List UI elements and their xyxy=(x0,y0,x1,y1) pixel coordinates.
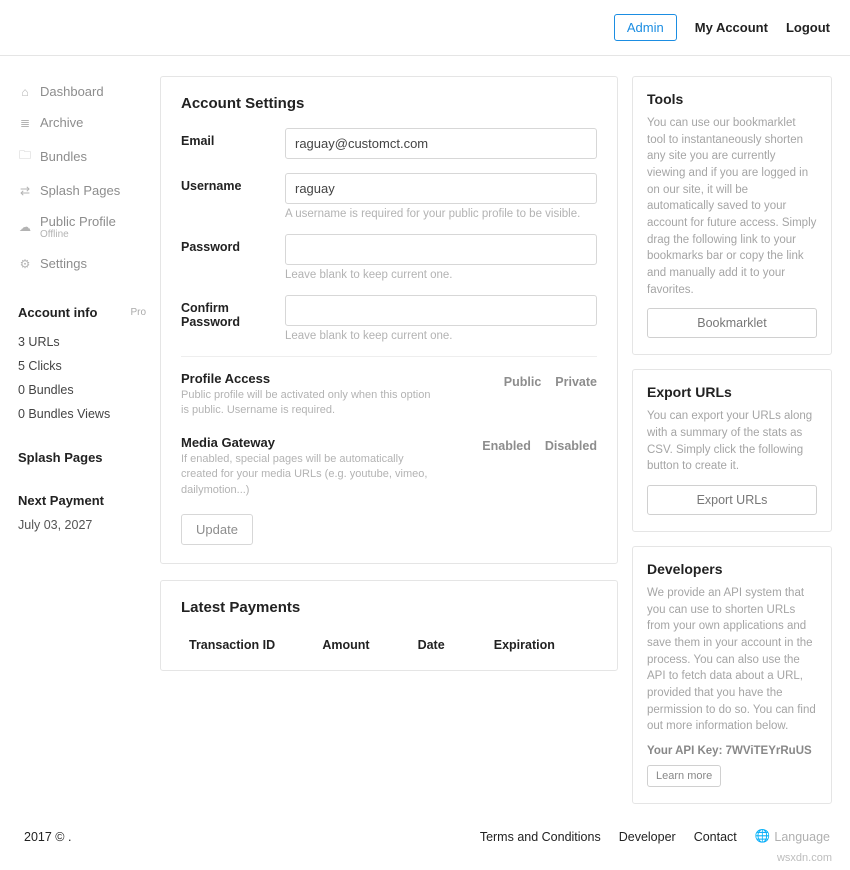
update-button[interactable]: Update xyxy=(181,514,253,545)
footer-developer[interactable]: Developer xyxy=(619,830,676,844)
sidebar-item-archive[interactable]: ≣ Archive xyxy=(18,107,146,138)
gear-icon: ⚙ xyxy=(18,257,32,271)
password-hint: Leave blank to keep current one. xyxy=(285,269,597,281)
media-gateway-title: Media Gateway xyxy=(181,435,468,450)
confirm-password-input[interactable] xyxy=(285,295,597,326)
main-column: Account Settings Email Username A userna… xyxy=(160,76,618,804)
email-label: Email xyxy=(181,128,285,148)
top-nav: Admin My Account Logout xyxy=(0,0,850,56)
next-payment-heading: Next Payment xyxy=(18,493,146,508)
email-row: Email xyxy=(181,128,597,159)
home-icon: ⌂ xyxy=(18,85,32,99)
sidebar-item-settings[interactable]: ⚙ Settings xyxy=(18,248,146,279)
cloud-icon: ☁ xyxy=(18,220,32,234)
sidebar: ⌂ Dashboard ≣ Archive 🗀 Bundles ⇄ Splash Pag… xyxy=(18,76,146,804)
sidebar-nav: ⌂ Dashboard ≣ Archive 🗀 Bundles ⇄ Splash Pag… xyxy=(18,76,146,279)
latest-payments-panel: Latest Payments Transaction ID Amount Da… xyxy=(160,580,618,671)
nav-label: Dashboard xyxy=(40,84,104,99)
username-input[interactable] xyxy=(285,173,597,204)
password-row: Password Leave blank to keep current one… xyxy=(181,234,597,281)
right-column: Tools You can use our bookmarklet tool t… xyxy=(632,76,832,804)
sidebar-item-splash[interactable]: ⇄ Splash Pages xyxy=(18,175,146,206)
api-key-line: Your API Key: 7WViTEYrRuUS xyxy=(647,745,817,757)
username-row: Username A username is required for your… xyxy=(181,173,597,220)
profile-access-desc: Public profile will be activated only wh… xyxy=(181,388,441,419)
tools-desc: You can use our bookmarklet tool to inst… xyxy=(647,115,817,298)
divider xyxy=(181,356,597,357)
developers-title: Developers xyxy=(647,561,817,577)
account-settings-panel: Account Settings Email Username A userna… xyxy=(160,76,618,564)
logout-link[interactable]: Logout xyxy=(786,20,830,35)
arrows-icon: ⇄ xyxy=(18,184,32,198)
my-account-link[interactable]: My Account xyxy=(695,20,768,35)
confirm-password-hint: Leave blank to keep current one. xyxy=(285,330,597,342)
footer-links: Terms and Conditions Developer Contact 🌐… xyxy=(480,829,830,844)
nav-sublabel: Offline xyxy=(40,229,116,240)
confirm-password-row: Confirm Password Leave blank to keep cur… xyxy=(181,295,597,342)
password-input[interactable] xyxy=(285,234,597,265)
language-selector[interactable]: 🌐Language xyxy=(755,829,830,844)
payments-header-row: Transaction ID Amount Date Expiration xyxy=(181,632,597,652)
tools-title: Tools xyxy=(647,91,817,107)
export-desc: You can export your URLs along with a su… xyxy=(647,408,817,475)
account-info-heading: Account infoPro xyxy=(18,305,146,320)
globe-icon: 🌐 xyxy=(755,829,771,844)
next-payment-date: July 03, 2027 xyxy=(18,518,146,532)
username-hint: A username is required for your public p… xyxy=(285,208,597,220)
profile-access-title: Profile Access xyxy=(181,371,490,386)
watermark: wsxdn.com xyxy=(0,850,850,870)
nav-label: Archive xyxy=(40,115,83,130)
folder-icon: 🗀 xyxy=(18,146,32,167)
username-label: Username xyxy=(181,173,285,193)
nav-label: Splash Pages xyxy=(40,183,120,198)
footer: 2017 © . Terms and Conditions Developer … xyxy=(0,814,850,850)
pro-badge: Pro xyxy=(130,307,146,318)
email-input[interactable] xyxy=(285,128,597,159)
stat-bundle-views[interactable]: 0 Bundles Views xyxy=(18,402,146,426)
profile-access-public[interactable]: Public xyxy=(504,375,542,389)
list-icon: ≣ xyxy=(18,116,32,130)
nav-label: Public Profile xyxy=(40,214,116,229)
sidebar-item-bundles[interactable]: 🗀 Bundles xyxy=(18,138,146,175)
learn-more-button[interactable]: Learn more xyxy=(647,765,721,787)
col-transaction-id: Transaction ID xyxy=(189,638,322,652)
bookmarklet-button[interactable]: Bookmarklet xyxy=(647,308,817,338)
stat-bundles[interactable]: 0 Bundles xyxy=(18,378,146,402)
col-amount: Amount xyxy=(322,638,417,652)
profile-access-private[interactable]: Private xyxy=(555,375,597,389)
account-stats: 3 URLs 5 Clicks 0 Bundles 0 Bundles View… xyxy=(18,330,146,426)
media-gateway-desc: If enabled, special pages will be automa… xyxy=(181,452,441,498)
page-body: ⌂ Dashboard ≣ Archive 🗀 Bundles ⇄ Splash Pag… xyxy=(0,56,850,814)
sidebar-item-dashboard[interactable]: ⌂ Dashboard xyxy=(18,76,146,107)
footer-terms[interactable]: Terms and Conditions xyxy=(480,830,601,844)
admin-link[interactable]: Admin xyxy=(614,14,677,41)
col-expiration: Expiration xyxy=(494,638,589,652)
stat-urls[interactable]: 3 URLs xyxy=(18,330,146,354)
panel-title: Account Settings xyxy=(181,95,597,112)
media-gateway-row: Media Gateway If enabled, special pages … xyxy=(181,435,597,498)
developers-desc: We provide an API system that you can us… xyxy=(647,585,817,735)
splash-pages-link[interactable]: Splash Pages xyxy=(18,450,146,465)
password-label: Password xyxy=(181,234,285,254)
media-gateway-disabled[interactable]: Disabled xyxy=(545,439,597,453)
export-title: Export URLs xyxy=(647,384,817,400)
sidebar-item-public-profile[interactable]: ☁ Public ProfileOffline xyxy=(18,206,146,248)
nav-label: Bundles xyxy=(40,149,87,164)
copyright: 2017 © . xyxy=(24,830,71,844)
profile-access-row: Profile Access Public profile will be ac… xyxy=(181,371,597,419)
developers-panel: Developers We provide an API system that… xyxy=(632,546,832,804)
media-gateway-enabled[interactable]: Enabled xyxy=(482,439,531,453)
payments-title: Latest Payments xyxy=(181,599,597,616)
nav-label: Settings xyxy=(40,256,87,271)
tools-panel: Tools You can use our bookmarklet tool t… xyxy=(632,76,832,355)
col-date: Date xyxy=(418,638,494,652)
stat-clicks[interactable]: 5 Clicks xyxy=(18,354,146,378)
confirm-password-label: Confirm Password xyxy=(181,295,285,329)
export-urls-button[interactable]: Export URLs xyxy=(647,485,817,515)
api-key-value: 7WViTEYrRuUS xyxy=(726,745,812,757)
export-panel: Export URLs You can export your URLs alo… xyxy=(632,369,832,532)
footer-contact[interactable]: Contact xyxy=(694,830,737,844)
